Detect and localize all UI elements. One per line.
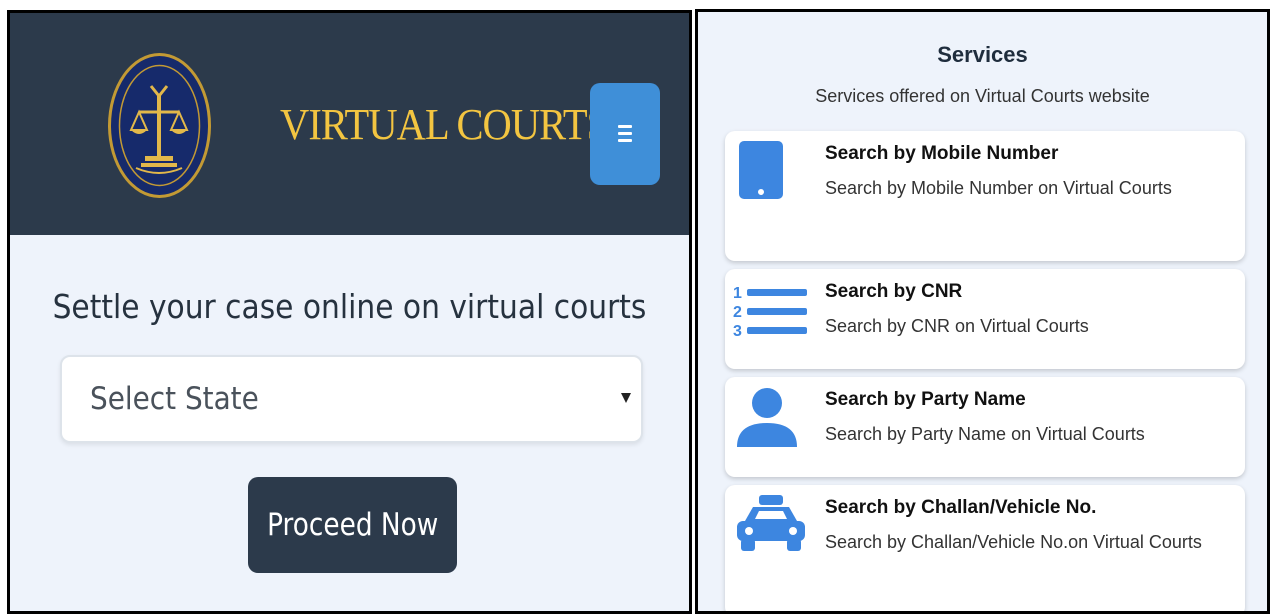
services-subtitle: Services offered on Virtual Courts websi… (815, 86, 1150, 106)
virtual-courts-home-panel: VIRTUAL COURTS Settle your case online o… (7, 10, 692, 614)
menu-icon-bar (618, 125, 632, 128)
service-title: Search by Party Name (825, 389, 1026, 410)
proceed-now-label: Proceed Now (266, 507, 439, 543)
mobile-icon (739, 141, 785, 206)
service-description: Search by Mobile Number on Virtual Court… (825, 178, 1172, 198)
svg-text:2: 2 (733, 304, 742, 321)
vehicle-icon (735, 495, 807, 560)
hamburger-menu-button[interactable] (590, 83, 660, 185)
service-description: Search by CNR on Virtual Courts (825, 316, 1089, 336)
service-title: Search by Challan/Vehicle No. (825, 497, 1097, 518)
menu-icon-bar (618, 132, 632, 135)
brand-title: VIRTUAL COURTS (280, 100, 609, 149)
ecourts-emblem-logo (108, 53, 211, 198)
page-headline: Settle your case online on virtual court… (52, 287, 647, 326)
header: VIRTUAL COURTS (10, 13, 689, 235)
state-select-dropdown[interactable]: Select State (60, 355, 643, 443)
service-title: Search by Mobile Number (825, 143, 1059, 164)
numbered-list-icon: 1 2 3 (731, 281, 811, 342)
state-select-value: Select State (90, 381, 259, 417)
proceed-now-button[interactable]: Proceed Now (248, 477, 457, 573)
service-card-mobile-number[interactable]: Search by Mobile Number Search by Mobile… (725, 131, 1245, 261)
services-panel: Services Services offered on Virtual Cou… (695, 9, 1270, 614)
service-card-cnr[interactable]: 1 2 3 Search by CNR Search by CNR on Vir… (725, 269, 1245, 369)
service-card-challan-vehicle[interactable]: Search by Challan/Vehicle No. Search by … (725, 485, 1245, 611)
menu-icon-bar (618, 139, 632, 142)
svg-text:3: 3 (733, 323, 742, 337)
service-description: Search by Party Name on Virtual Courts (825, 424, 1145, 444)
caret-down-icon (621, 393, 631, 403)
svg-text:1: 1 (733, 285, 742, 302)
service-description: Search by Challan/Vehicle No.on Virtual … (825, 532, 1202, 552)
person-icon (735, 387, 801, 454)
service-title: Search by CNR (825, 281, 963, 302)
services-title: Services (937, 42, 1028, 67)
service-card-party-name[interactable]: Search by Party Name Search by Party Nam… (725, 377, 1245, 477)
